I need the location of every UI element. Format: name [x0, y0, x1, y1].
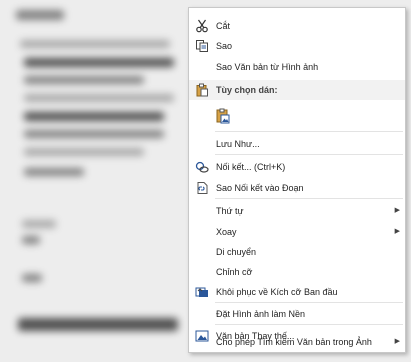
menu-item-label: Lưu Như... [216, 139, 260, 149]
menu-item-rotate[interactable]: Xoay ▶ [189, 222, 405, 242]
menu-item-order[interactable]: Thứ tự ▶ [189, 201, 405, 221]
menu-item-cut[interactable]: Cắt [189, 16, 405, 36]
menu-item-label: Thứ tự [216, 206, 244, 216]
link-paragraph-icon [195, 181, 209, 195]
copy-icon [195, 39, 209, 53]
menu-item-label: Đặt Hình ảnh làm Nền [216, 309, 306, 319]
menu-item-save-as-picture[interactable]: Lưu Như... [189, 134, 405, 154]
menu-item-label: Di chuyển [216, 247, 257, 257]
context-menu: Cắt Sao Sao Văn bản từ Hình ảnh Tùy chọn… [188, 7, 406, 353]
scissors-icon [195, 19, 209, 33]
separator [215, 131, 403, 132]
separator [215, 154, 403, 155]
menu-item-label: Chỉnh cỡ [216, 267, 253, 277]
menu-item-label: Xoay [216, 227, 237, 237]
reset-size-icon [195, 285, 209, 299]
menu-item-copy-link-to-paragraph[interactable]: Sao Nối kết vào Đoạn [189, 178, 405, 198]
menu-item-link[interactable]: Nối kết... (Ctrl+K) [189, 157, 405, 177]
clipboard-icon [195, 83, 209, 97]
menu-item-copy[interactable]: Sao [189, 36, 405, 56]
menu-item-copy-text-from-picture[interactable]: Sao Văn bản từ Hình ảnh [189, 57, 405, 77]
menu-item-set-as-background[interactable]: Đặt Hình ảnh làm Nền [189, 304, 405, 324]
paste-picture-icon [215, 108, 231, 124]
menu-item-resize[interactable]: Chỉnh cỡ [189, 262, 405, 282]
submenu-arrow-icon: ▶ [394, 228, 400, 235]
separator [215, 198, 403, 199]
menu-item-label: Cắt [216, 21, 231, 31]
menu-item-label: Sao [216, 41, 233, 51]
menu-item-label: Cho phép Tìm kiếm Văn bản trong Ảnh [216, 337, 372, 347]
link-icon [195, 160, 209, 174]
menu-item-move[interactable]: Di chuyển [189, 242, 405, 262]
submenu-arrow-icon: ▶ [394, 338, 400, 345]
paste-options-header: Tùy chọn dán: [189, 80, 405, 100]
menu-item-reset-size[interactable]: Khôi phục về Kích cỡ Ban đầu [189, 282, 405, 302]
menu-item-label: Sao Văn bản từ Hình ảnh [216, 62, 319, 72]
separator [215, 302, 403, 303]
menu-item-label: Nối kết... (Ctrl+K) [216, 162, 286, 172]
paste-option-picture[interactable] [189, 104, 405, 128]
menu-item-label: Khôi phục về Kích cỡ Ban đầu [216, 287, 338, 297]
menu-item-label: Sao Nối kết vào Đoạn [216, 183, 304, 193]
submenu-arrow-icon: ▶ [394, 207, 400, 214]
menu-item-allow-text-search-in-picture[interactable]: Cho phép Tìm kiếm Văn bản trong Ảnh ▶ [189, 332, 405, 352]
separator [215, 324, 403, 325]
paste-options-label: Tùy chọn dán: [216, 85, 278, 95]
